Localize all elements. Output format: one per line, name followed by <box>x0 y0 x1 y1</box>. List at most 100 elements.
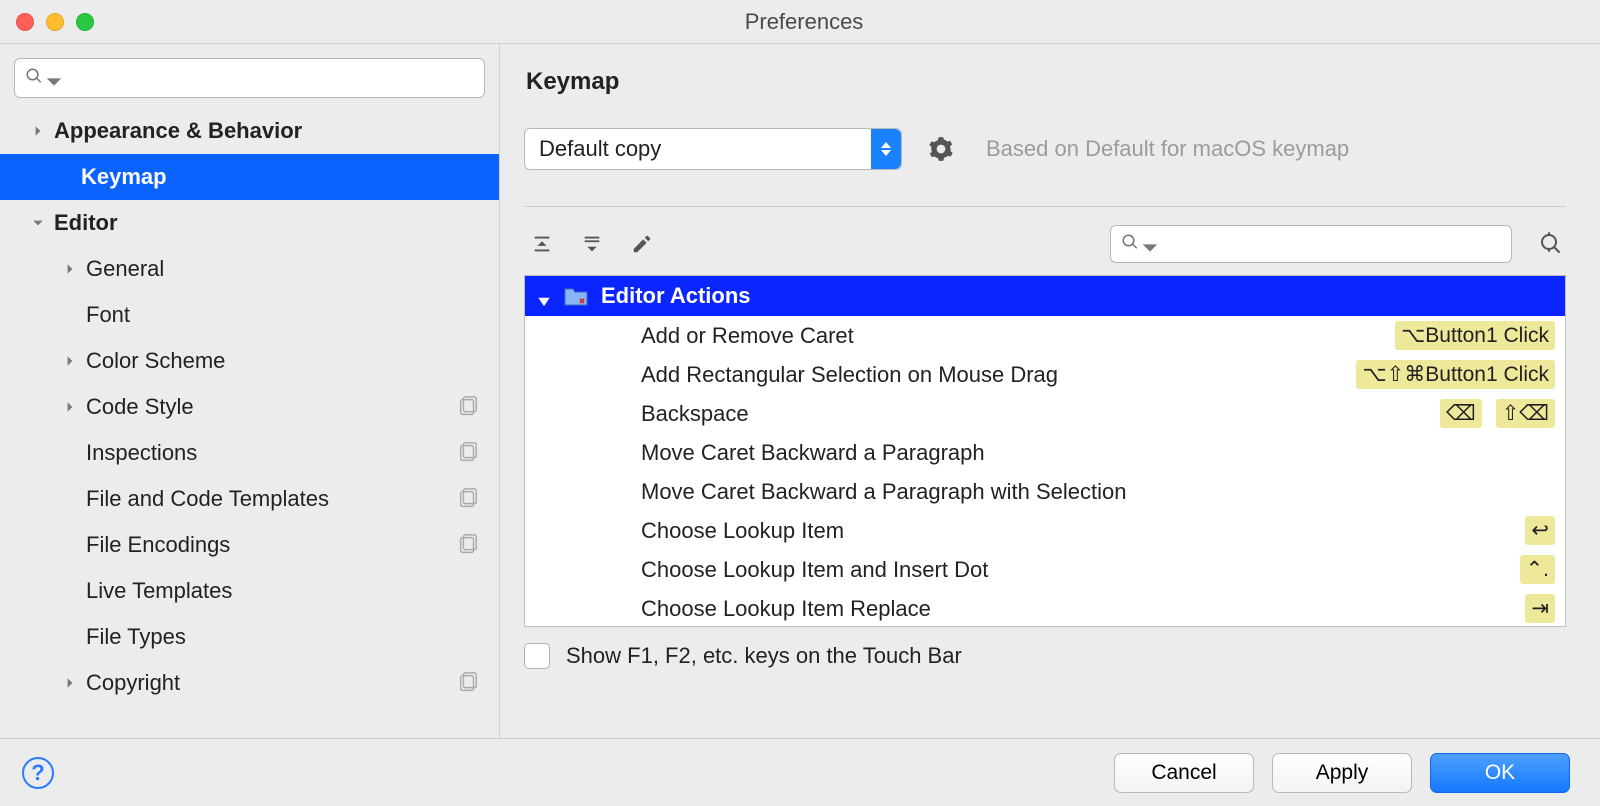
show-fn-keys-label: Show F1, F2, etc. keys on the Touch Bar <box>566 643 962 669</box>
chevron-right-icon[interactable] <box>60 263 80 275</box>
sidebar-item-label: Color Scheme <box>86 348 469 374</box>
action-label: Move Caret Backward a Paragraph with Sel… <box>641 479 1555 505</box>
keymap-toolbar <box>524 217 1566 275</box>
search-history-chevron-icon[interactable] <box>45 73 55 83</box>
chevron-right-icon[interactable] <box>60 677 80 689</box>
sidebar-item-copyright[interactable]: Copyright <box>0 660 499 706</box>
action-label: Backspace <box>641 401 1440 427</box>
action-label: Choose Lookup Item <box>641 518 1525 544</box>
search-icon <box>1121 233 1139 256</box>
collapse-all-icon[interactable] <box>580 232 604 256</box>
shortcut-badge: ⇥ <box>1525 594 1555 623</box>
apply-button[interactable]: Apply <box>1272 753 1412 793</box>
shortcut-badge: ⌥Button1 Click <box>1395 321 1555 350</box>
sidebar-item-label: Appearance & Behavior <box>54 118 469 144</box>
action-row[interactable]: Backspace⌫ ⇧⌫ <box>525 394 1565 433</box>
select-stepper-icon <box>871 129 901 169</box>
sidebar-item-label: File Encodings <box>86 532 469 558</box>
sidebar-item-appearance-behavior[interactable]: Appearance & Behavior <box>0 108 499 154</box>
help-button[interactable]: ? <box>22 757 54 789</box>
actions-group-header[interactable]: Editor Actions <box>525 276 1565 316</box>
action-row[interactable]: Add Rectangular Selection on Mouse Drag⌥… <box>525 355 1565 394</box>
sidebar-item-editor[interactable]: Editor <box>0 200 499 246</box>
shortcut-badge: ↩ <box>1525 516 1555 545</box>
edit-shortcut-icon[interactable] <box>630 232 654 256</box>
action-row[interactable]: Choose Lookup Item↩ <box>525 511 1565 550</box>
ok-button[interactable]: OK <box>1430 753 1570 793</box>
sidebar-search-input[interactable] <box>55 67 474 89</box>
folder-icon <box>563 285 589 307</box>
action-row[interactable]: Move Caret Backward a Paragraph <box>525 433 1565 472</box>
project-scheme-icon <box>457 396 479 418</box>
sidebar-item-label: Keymap <box>81 164 469 190</box>
shortcut-badge: ⇧⌫ <box>1496 399 1555 428</box>
keymap-scheme-select[interactable]: Default copy <box>524 128 902 170</box>
sidebar-item-color-scheme[interactable]: Color Scheme <box>0 338 499 384</box>
shortcut-badge: ⌥⇧⌘Button1 Click <box>1356 360 1555 389</box>
project-scheme-icon <box>457 672 479 694</box>
sidebar-item-file-and-code-templates[interactable]: File and Code Templates <box>0 476 499 522</box>
preferences-sidebar: Appearance & Behavior Keymap Editor General… <box>0 44 500 738</box>
action-shortcuts: ⌫ ⇧⌫ <box>1440 399 1555 428</box>
sidebar-item-file-types[interactable]: File Types <box>0 614 499 660</box>
sidebar-item-label: Copyright <box>86 670 469 696</box>
sidebar-item-label: General <box>86 256 469 282</box>
actions-search-field[interactable] <box>1110 225 1512 263</box>
actions-group-label: Editor Actions <box>601 283 751 309</box>
action-shortcuts: ⌃. <box>1520 555 1555 584</box>
chevron-right-icon[interactable] <box>60 355 80 367</box>
keymap-scheme-value: Default copy <box>539 136 661 162</box>
action-row[interactable]: Add or Remove Caret⌥Button1 Click <box>525 316 1565 355</box>
expand-all-icon[interactable] <box>530 232 554 256</box>
sidebar-item-font[interactable]: Font <box>0 292 499 338</box>
sidebar-item-keymap[interactable]: Keymap <box>0 154 499 200</box>
sidebar-item-general[interactable]: General <box>0 246 499 292</box>
action-row[interactable]: Choose Lookup Item Replace⇥ <box>525 589 1565 627</box>
show-fn-keys-checkbox[interactable] <box>524 643 550 669</box>
action-row[interactable]: Move Caret Backward a Paragraph with Sel… <box>525 472 1565 511</box>
action-label: Choose Lookup Item Replace <box>641 596 1525 622</box>
sidebar-item-file-encodings[interactable]: File Encodings <box>0 522 499 568</box>
action-label: Add or Remove Caret <box>641 323 1395 349</box>
chevron-right-icon[interactable] <box>28 125 48 137</box>
sidebar-item-label: Live Templates <box>86 578 469 604</box>
project-scheme-icon <box>457 488 479 510</box>
shortcut-badge: ⌫ <box>1440 399 1482 428</box>
search-icon <box>25 67 43 90</box>
action-shortcuts: ⌥⇧⌘Button1 Click <box>1356 360 1555 389</box>
action-label: Move Caret Backward a Paragraph <box>641 440 1555 466</box>
preferences-tree[interactable]: Appearance & Behavior Keymap Editor General… <box>0 108 499 738</box>
find-by-shortcut-icon[interactable] <box>1538 231 1564 257</box>
action-shortcuts: ⇥ <box>1525 594 1555 623</box>
sidebar-item-code-style[interactable]: Code Style <box>0 384 499 430</box>
sidebar-item-label: File and Code Templates <box>86 486 469 512</box>
actions-search-input[interactable] <box>1151 233 1501 255</box>
keymap-settings-button[interactable] <box>928 136 954 162</box>
sidebar-item-label: File Types <box>86 624 469 650</box>
dialog-footer: ? Cancel Apply OK <box>0 738 1600 806</box>
search-history-chevron-icon[interactable] <box>1141 239 1151 249</box>
keymap-based-on-label: Based on Default for macOS keymap <box>986 136 1349 162</box>
sidebar-search-field[interactable] <box>14 58 485 98</box>
preferences-content: Keymap Default copy Based on Default for… <box>500 44 1600 738</box>
sidebar-item-label: Inspections <box>86 440 469 466</box>
sidebar-item-label: Code Style <box>86 394 469 420</box>
chevron-down-icon[interactable] <box>28 217 48 229</box>
disclosure-triangle-down-icon <box>537 289 551 303</box>
divider <box>524 206 1566 207</box>
action-shortcuts: ⌥Button1 Click <box>1395 321 1555 350</box>
action-row[interactable]: Choose Lookup Item and Insert Dot⌃. <box>525 550 1565 589</box>
sidebar-item-live-templates[interactable]: Live Templates <box>0 568 499 614</box>
sidebar-item-inspections[interactable]: Inspections <box>0 430 499 476</box>
sidebar-item-label: Editor <box>54 210 469 236</box>
shortcut-badge: ⌃. <box>1520 555 1555 584</box>
sidebar-item-label: Font <box>86 302 469 328</box>
actions-tree[interactable]: Editor Actions Add or Remove Caret⌥Butto… <box>524 275 1566 627</box>
action-label: Choose Lookup Item and Insert Dot <box>641 557 1520 583</box>
chevron-right-icon[interactable] <box>60 401 80 413</box>
window-title: Preferences <box>24 9 1584 35</box>
titlebar: Preferences <box>0 0 1600 44</box>
cancel-button[interactable]: Cancel <box>1114 753 1254 793</box>
page-title: Keymap <box>526 68 1566 96</box>
project-scheme-icon <box>457 534 479 556</box>
